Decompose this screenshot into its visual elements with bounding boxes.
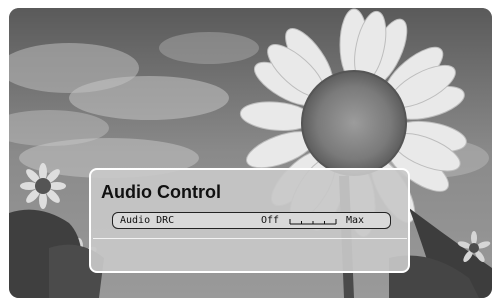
tv-screen: Audio Control Audio DRC Off Max bbox=[0, 0, 494, 298]
audio-drc-setting-row[interactable]: Audio DRC Off Max bbox=[112, 212, 391, 229]
dialog-divider bbox=[93, 238, 407, 239]
slider-max-label: Max bbox=[346, 215, 365, 226]
background-photo: Audio Control Audio DRC Off Max bbox=[9, 8, 492, 298]
dialog-title: Audio Control bbox=[101, 182, 221, 202]
audio-control-dialog: Audio Control Audio DRC Off Max bbox=[89, 168, 410, 273]
slider-min-label: Off bbox=[261, 215, 280, 226]
audio-drc-label: Audio DRC bbox=[120, 215, 175, 226]
audio-drc-slider[interactable] bbox=[289, 218, 337, 225]
